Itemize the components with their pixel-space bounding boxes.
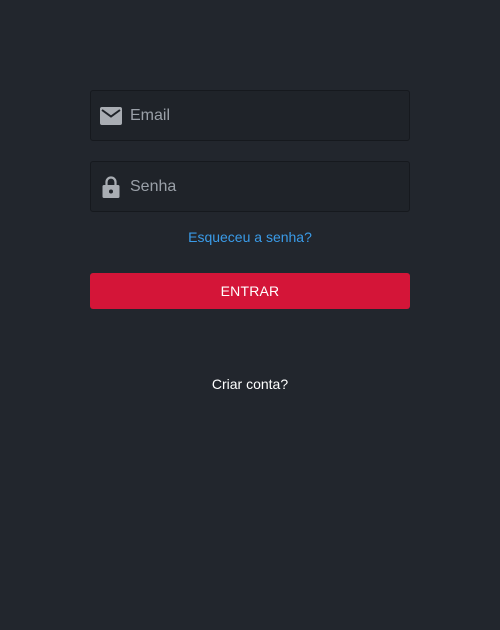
email-input[interactable] (130, 91, 401, 140)
login-button[interactable]: ENTRAR (90, 273, 410, 309)
password-input[interactable] (130, 162, 401, 211)
mail-icon (100, 105, 122, 127)
forgot-password-link[interactable]: Esqueceu a senha? (90, 229, 410, 245)
password-field[interactable] (90, 161, 410, 212)
lock-icon (100, 175, 122, 198)
email-field[interactable] (90, 90, 410, 141)
login-form: Esqueceu a senha? ENTRAR Criar conta? (90, 90, 410, 392)
create-account-link[interactable]: Criar conta? (90, 376, 410, 392)
